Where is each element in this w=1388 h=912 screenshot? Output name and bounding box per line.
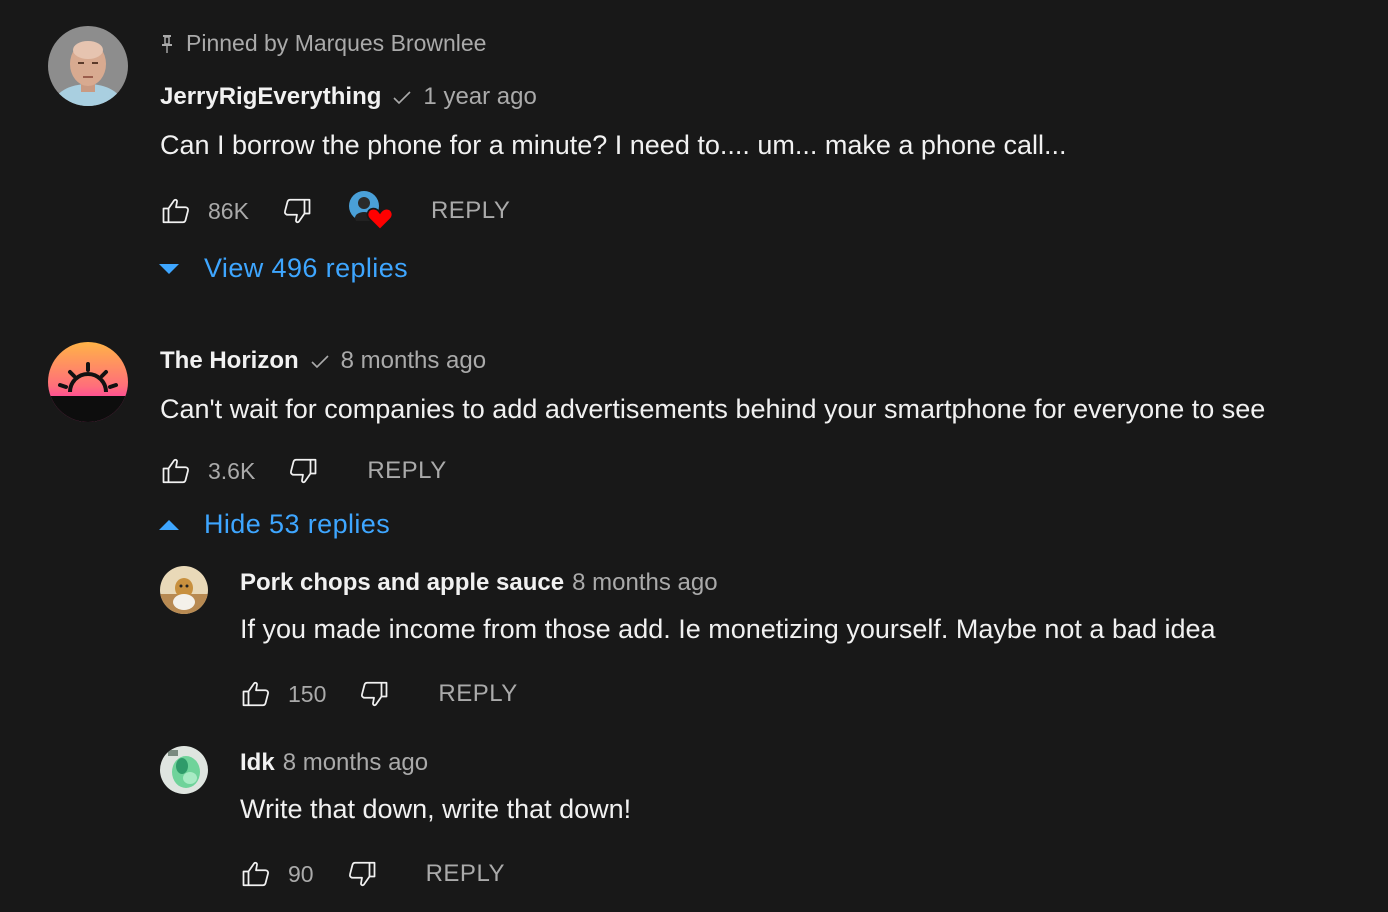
like-button[interactable] [240,858,272,890]
pinned-label: Pinned by Marques Brownlee [160,30,486,57]
check-icon [393,91,411,105]
reply-actions: 90 REPLY [240,857,505,891]
reply-button[interactable]: REPLY [438,680,517,708]
like-button[interactable] [160,455,192,487]
like-button[interactable] [240,678,272,710]
avatar-jerryrig[interactable] [48,26,128,106]
reply-text: Write that down, write that down! [240,794,632,824]
hide-replies-button[interactable]: Hide 53 replies [158,509,390,540]
comment-text: Can I borrow the phone for a minute? I n… [160,130,1067,160]
thumbs-down-icon [348,861,375,887]
author-name[interactable]: JerryRigEverything [160,83,381,111]
creator-heart-icon [366,207,394,231]
thumbs-up-icon [162,198,189,224]
comment-header: The Horizon 8 months ago [160,347,486,375]
view-replies-button[interactable]: View 496 replies [158,253,408,284]
author-name[interactable]: Idk [240,749,275,777]
comment-actions: 86K REPLY [160,191,510,231]
reply-button[interactable]: REPLY [426,860,505,888]
reply-button[interactable]: REPLY [431,197,510,225]
thumbs-up-icon [242,861,269,887]
comment-text: Can't wait for companies to add advertis… [160,394,1266,424]
pin-icon [162,34,172,53]
dislike-button[interactable] [281,195,313,227]
thumbs-down-icon [290,458,317,484]
creator-heart[interactable] [348,191,394,231]
reply-header: Idk 8 months ago [240,749,428,777]
thumbs-up-icon [162,458,189,484]
dislike-button[interactable] [358,678,390,710]
comment-time[interactable]: 1 year ago [423,83,536,111]
dislike-button[interactable] [287,455,319,487]
hide-replies-label: Hide 53 replies [204,509,391,539]
like-count: 86K [208,197,249,224]
author-name[interactable]: Pork chops and apple sauce [240,569,564,597]
pinned-text: Pinned by Marques Brownlee [186,30,487,56]
avatar-pork-chops[interactable] [160,566,208,614]
caret-down-icon [159,263,179,274]
sunrise-avatar [48,342,128,422]
like-button[interactable] [160,195,192,227]
thumbs-down-icon [361,681,388,707]
comment-header: JerryRigEverything 1 year ago [160,83,537,111]
reply-actions: 150 REPLY [240,677,518,711]
like-count: 3.6K [208,457,256,484]
avatar-the-horizon[interactable] [48,342,128,422]
dislike-button[interactable] [346,858,378,890]
comment-actions: 3.6K REPLY [160,454,447,488]
thumbs-down-icon [283,198,311,224]
author-name[interactable]: The Horizon [160,347,299,375]
reply-text: If you made income from those add. Ie mo… [240,614,1216,644]
view-replies-label: View 496 replies [204,253,409,283]
reply-button[interactable]: REPLY [367,457,446,485]
comment-time[interactable]: 8 months ago [341,347,486,375]
like-count: 90 [288,860,314,887]
check-icon [311,355,329,369]
thumbs-up-icon [242,681,269,707]
reply-time[interactable]: 8 months ago [572,569,717,597]
like-count: 150 [288,680,327,707]
caret-up-icon [159,519,179,530]
reply-time[interactable]: 8 months ago [283,749,428,777]
avatar-idk[interactable] [160,746,208,794]
reply-header: Pork chops and apple sauce 8 months ago [240,569,718,597]
